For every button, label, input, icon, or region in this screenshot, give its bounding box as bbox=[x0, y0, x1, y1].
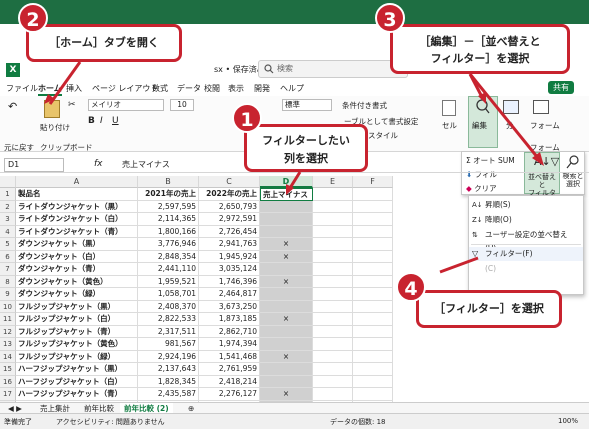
callout-arrows bbox=[44, 61, 544, 274]
